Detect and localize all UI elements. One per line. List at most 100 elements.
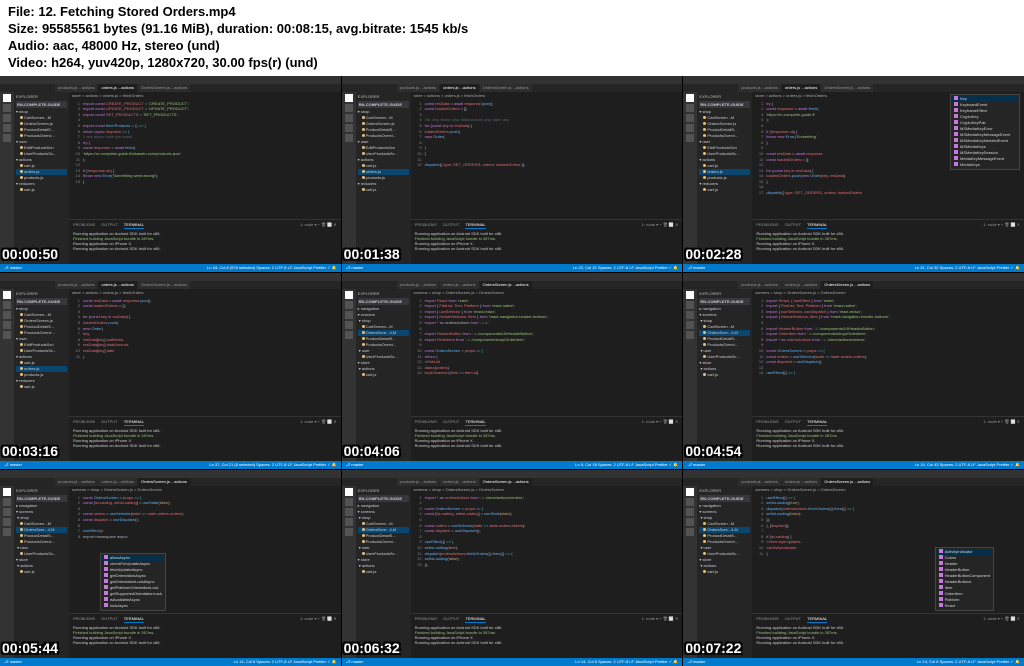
terminal-tab[interactable]: PROBLEMS bbox=[73, 616, 95, 623]
code-editor[interactable]: store > actions > orders.js > fetchOrder… bbox=[69, 289, 341, 461]
extensions-icon[interactable] bbox=[686, 331, 694, 339]
file-item[interactable]: cart.js bbox=[358, 372, 409, 378]
code-content[interactable]: 1 const resData = await response.json();… bbox=[69, 296, 341, 416]
git-branch[interactable]: ⎇ master bbox=[4, 659, 22, 664]
search-icon[interactable] bbox=[686, 498, 694, 506]
status-right[interactable]: Ln 37, Col 21 (8 selected) Spaces: 2 UTF… bbox=[209, 462, 336, 467]
terminal-selector[interactable]: 1: node ▾ + 🗑 ⬜ ✕ bbox=[983, 616, 1020, 621]
git-icon[interactable] bbox=[345, 311, 353, 319]
git-branch[interactable]: ⎇ master bbox=[687, 659, 705, 664]
terminal-panel[interactable]: PROBLEMSOUTPUTTERMINAL1: node ▾ + 🗑 ⬜ ✕R… bbox=[411, 416, 683, 461]
autocomplete-popup[interactable]: KeyKeyboardEventKeyframeEffectCryptoKeyC… bbox=[950, 94, 1020, 170]
terminal-tab[interactable]: PROBLEMS bbox=[415, 616, 437, 623]
terminal-selector[interactable]: 1: node ▾ + 🗑 ⬜ ✕ bbox=[642, 222, 679, 227]
breadcrumb[interactable]: screens > shop > OrdersScreen.js > Order… bbox=[752, 289, 1024, 296]
terminal-tab[interactable]: TERMINAL bbox=[465, 222, 485, 229]
git-branch[interactable]: ⎇ master bbox=[687, 462, 705, 467]
search-icon[interactable] bbox=[345, 498, 353, 506]
terminal-tab[interactable]: PROBLEMS bbox=[415, 419, 437, 426]
explorer-icon[interactable] bbox=[3, 488, 11, 496]
search-icon[interactable] bbox=[686, 104, 694, 112]
terminal-tab[interactable]: PROBLEMS bbox=[415, 222, 437, 229]
git-icon[interactable] bbox=[686, 508, 694, 516]
git-branch[interactable]: ⎇ master bbox=[687, 265, 705, 270]
terminal-tab[interactable]: TERMINAL bbox=[465, 419, 485, 426]
debug-icon[interactable] bbox=[3, 518, 11, 526]
terminal-panel[interactable]: PROBLEMSOUTPUTTERMINAL1: node ▾ + 🗑 ⬜ ✕R… bbox=[752, 613, 1024, 658]
editor-tab[interactable]: products.js ...actions bbox=[738, 281, 780, 289]
file-item[interactable]: cart.js bbox=[16, 384, 67, 390]
extensions-icon[interactable] bbox=[3, 528, 11, 536]
editor-tab[interactable]: OrdersScreen.js ...actions bbox=[138, 281, 190, 289]
status-right[interactable]: Ln 14, Col 8 Spaces: 2 UTF-8 LF JavaScri… bbox=[575, 659, 678, 664]
editor-tab[interactable]: products.js ...actions bbox=[55, 478, 97, 486]
editor-tab[interactable]: OrdersScreen.js ...actions bbox=[821, 478, 873, 486]
editor-tab[interactable]: OrdersScreen.js ...actions bbox=[821, 281, 873, 289]
editor-tab[interactable]: products.js ...actions bbox=[55, 84, 97, 92]
debug-icon[interactable] bbox=[686, 124, 694, 132]
search-icon[interactable] bbox=[3, 498, 11, 506]
extensions-icon[interactable] bbox=[345, 134, 353, 142]
terminal-tab[interactable]: OUTPUT bbox=[443, 616, 459, 623]
code-editor[interactable]: store > actions > orders.js > fetchOrder… bbox=[69, 92, 341, 264]
breadcrumb[interactable]: store > actions > orders.js > fetchOrder… bbox=[69, 289, 341, 296]
code-editor[interactable]: screens > shop > OrdersScreen.js > Order… bbox=[411, 486, 683, 658]
editor-tab[interactable]: OrdersScreen.js ...actions bbox=[821, 84, 873, 92]
file-item[interactable]: cart.js bbox=[699, 569, 750, 575]
editor-tab[interactable]: OrdersScreen.js ...actions bbox=[480, 478, 532, 486]
file-item[interactable]: cart.js bbox=[358, 187, 409, 193]
breadcrumb[interactable]: store > actions > orders.js > fetchOrder… bbox=[411, 92, 683, 99]
autocomplete-popup[interactable]: ActivityIndicatorColorsHeaderHeaderButto… bbox=[935, 547, 994, 611]
file-item[interactable]: cart.js bbox=[16, 187, 67, 193]
terminal-panel[interactable]: PROBLEMSOUTPUTTERMINAL1: node ▾ + 🗑 ⬜ ✕R… bbox=[411, 613, 683, 658]
code-content[interactable]: 1 const resData = await response.json();… bbox=[411, 99, 683, 219]
editor-tab[interactable]: products.js ...actions bbox=[397, 281, 439, 289]
terminal-panel[interactable]: PROBLEMSOUTPUTTERMINAL1: node ▾ + 🗑 ⬜ ✕R… bbox=[411, 219, 683, 264]
explorer-icon[interactable] bbox=[686, 488, 694, 496]
editor-tab[interactable]: orders.js ...actions bbox=[98, 478, 136, 486]
editor-tab[interactable]: orders.js ...actions bbox=[440, 281, 478, 289]
file-item[interactable]: cart.js bbox=[699, 372, 750, 378]
editor-tab[interactable]: products.js ...actions bbox=[397, 478, 439, 486]
editor-tab[interactable]: OrdersScreen.js ...actions bbox=[480, 281, 532, 289]
debug-icon[interactable] bbox=[3, 124, 11, 132]
terminal-tab[interactable]: PROBLEMS bbox=[73, 222, 95, 229]
search-icon[interactable] bbox=[345, 301, 353, 309]
terminal-tab[interactable]: OUTPUT bbox=[785, 419, 801, 426]
terminal-tab[interactable]: TERMINAL bbox=[124, 419, 144, 426]
editor-tab[interactable]: OrdersScreen.js ...actions bbox=[138, 84, 190, 92]
status-right[interactable]: Ln 31, Col 32 Spaces: 2 UTF-8 LF JavaScr… bbox=[915, 265, 1020, 270]
git-branch[interactable]: ⎇ master bbox=[4, 462, 22, 467]
git-icon[interactable] bbox=[3, 311, 11, 319]
terminal-tab[interactable]: OUTPUT bbox=[443, 222, 459, 229]
explorer-icon[interactable] bbox=[345, 94, 353, 102]
project-name[interactable]: RN-COMPLETE-GUIDE bbox=[699, 495, 750, 502]
terminal-selector[interactable]: 1: node ▾ + 🗑 ⬜ ✕ bbox=[642, 419, 679, 424]
project-name[interactable]: RN-COMPLETE-GUIDE bbox=[699, 101, 750, 108]
git-branch[interactable]: ⎇ master bbox=[346, 265, 364, 270]
editor-tab[interactable]: orders.js ...actions bbox=[98, 281, 136, 289]
breadcrumb[interactable]: store > actions > orders.js > fetchOrder… bbox=[69, 92, 341, 99]
file-item[interactable]: cart.js bbox=[358, 569, 409, 575]
debug-icon[interactable] bbox=[686, 518, 694, 526]
extensions-icon[interactable] bbox=[3, 134, 11, 142]
terminal-panel[interactable]: PROBLEMSOUTPUTTERMINAL1: node ▾ + 🗑 ⬜ ✕R… bbox=[69, 416, 341, 461]
explorer-icon[interactable] bbox=[345, 291, 353, 299]
editor-tab[interactable]: products.js ...actions bbox=[55, 281, 97, 289]
terminal-tab[interactable]: PROBLEMS bbox=[756, 222, 778, 229]
terminal-tab[interactable]: TERMINAL bbox=[124, 616, 144, 623]
editor-tab[interactable]: OrdersScreen.js ...actions bbox=[480, 84, 532, 92]
git-icon[interactable] bbox=[686, 311, 694, 319]
code-editor[interactable]: screens > shop > OrdersScreen.js > Order… bbox=[752, 289, 1024, 461]
project-name[interactable]: RN-COMPLETE-GUIDE bbox=[16, 495, 67, 502]
git-icon[interactable] bbox=[686, 114, 694, 122]
editor-tab[interactable]: products.js ...actions bbox=[738, 478, 780, 486]
terminal-panel[interactable]: PROBLEMSOUTPUTTERMINAL1: node ▾ + 🗑 ⬜ ✕R… bbox=[752, 219, 1024, 264]
project-name[interactable]: RN-COMPLETE-GUIDE bbox=[358, 298, 409, 305]
terminal-tab[interactable]: OUTPUT bbox=[101, 419, 117, 426]
git-icon[interactable] bbox=[345, 114, 353, 122]
breadcrumb[interactable]: screens > shop > OrdersScreen.js > Order… bbox=[69, 486, 341, 493]
terminal-tab[interactable]: TERMINAL bbox=[807, 222, 827, 229]
search-icon[interactable] bbox=[3, 104, 11, 112]
terminal-tab[interactable]: PROBLEMS bbox=[756, 616, 778, 623]
